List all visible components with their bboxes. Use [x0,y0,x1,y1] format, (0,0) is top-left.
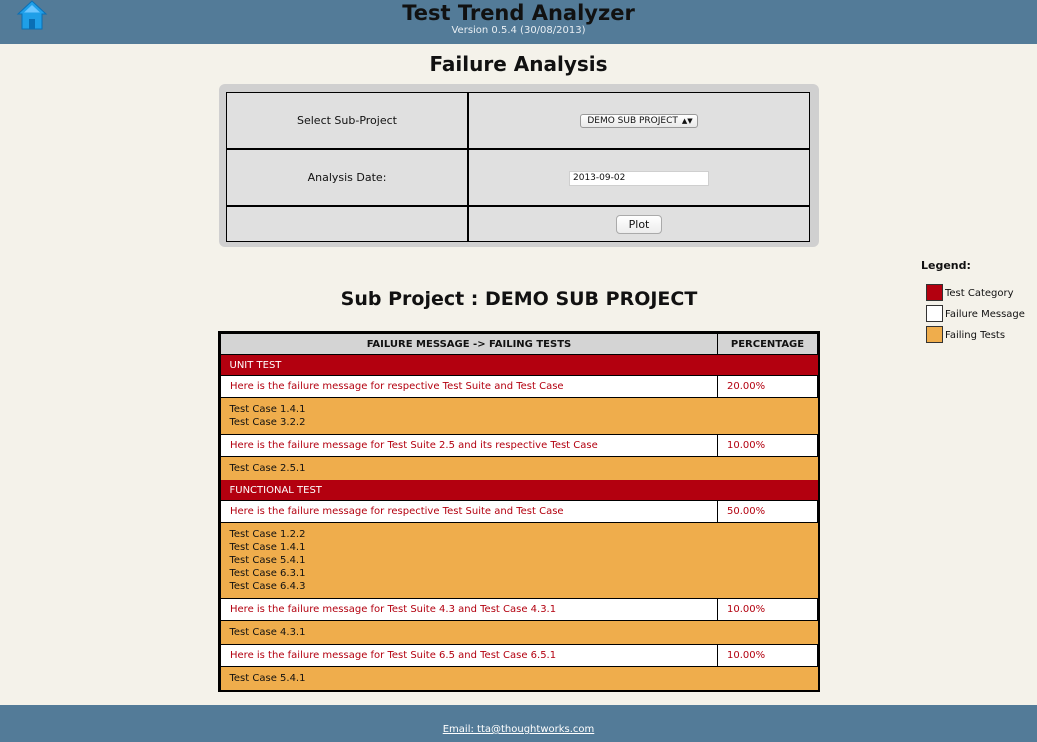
category-row: FUNCTIONAL TEST [220,480,818,501]
page-title: Failure Analysis [429,52,608,76]
failing-test: Test Case 1.4.1 [229,542,306,553]
legend-item-test-category: Test Category [921,284,1014,305]
failing-tests-row: Test Case 5.4.1 [220,666,818,690]
email-link[interactable]: Email: tta@thoughtworks.com [443,724,595,735]
app-version: Version 0.5.4 (30/08/2013) [451,25,586,36]
failing-tests-list: Test Case 2.5.1 [220,456,818,480]
failing-test: Test Case 3.2.2 [229,417,306,428]
failing-tests-row: Test Case 4.3.1 [220,620,818,645]
failure-percentage: 10.00% [717,644,818,667]
app-title: Test Trend Analyzer [402,1,635,25]
analysis-date-label: Analysis Date: [226,149,468,206]
failing-test: Test Case 1.2.2 [229,529,306,540]
legend-label: Test Category [945,288,1014,299]
failing-test: Test Case 5.4.1 [229,555,306,566]
failing-test: Test Case 4.3.1 [229,627,306,638]
failing-tests-list: Test Case 4.3.1 [220,620,818,645]
sub-project-cell: DEMO SUB PROJECT ▲▼ [468,92,810,149]
legend-title: Legend: [921,259,971,272]
legend-swatch-red [926,284,943,301]
failing-test: Test Case 6.4.3 [229,581,306,592]
category-name: FUNCTIONAL TEST [220,480,818,501]
failure-message: Here is the failure message for Test Sui… [220,644,718,667]
sub-project-label: Select Sub-Project [226,92,468,149]
failure-results-table: FAILURE MESSAGE -> FAILING TESTS PERCENT… [218,331,820,692]
sub-project-select-value: DEMO SUB PROJECT [587,116,678,126]
failing-test: Test Case 6.3.1 [229,568,306,579]
failing-tests-list: Test Case 1.2.2 Test Case 1.4.1 Test Cas… [220,522,818,599]
legend-swatch-white [926,305,943,322]
plot-cell: Plot [468,206,810,242]
legend-label: Failure Message [945,309,1025,320]
sub-project-title: Sub Project : DEMO SUB PROJECT [340,288,698,310]
legend-item-failing-tests: Failing Tests [921,326,1005,347]
analysis-date-input[interactable]: 2013-09-02 [569,170,709,186]
failure-message: Here is the failure message for Test Sui… [220,598,718,621]
failing-test: Test Case 2.5.1 [229,463,306,474]
analysis-date-cell: 2013-09-02 [468,149,810,206]
legend-swatch-orange [926,326,943,343]
failure-message-row: Here is the failure message for respecti… [220,500,818,523]
failing-tests-row: Test Case 1.4.1 Test Case 3.2.2 [220,397,818,435]
empty-cell [226,206,468,242]
legend-item-failure-message: Failure Message [921,305,1025,326]
failing-tests-list: Test Case 1.4.1 Test Case 3.2.2 [220,397,818,435]
category-name: UNIT TEST [220,354,818,376]
failure-message-row: Here is the failure message for Test Sui… [220,598,818,621]
failure-message-row: Here is the failure message for Test Sui… [220,644,818,667]
app-footer: Email: tta@thoughtworks.com [0,705,1037,742]
failure-percentage: 50.00% [717,500,818,523]
failing-tests-row: Test Case 2.5.1 [220,456,818,480]
failure-percentage: 10.00% [717,434,818,457]
analysis-form-table: Select Sub-Project DEMO SUB PROJECT ▲▼ An… [226,92,810,242]
failing-tests-list: Test Case 5.4.1 [220,666,818,690]
column-header-percentage: PERCENTAGE [717,333,818,355]
failure-message: Here is the failure message for respecti… [220,500,718,523]
failure-percentage: 20.00% [717,375,818,398]
legend: Legend: Test Category Failure Message Fa… [921,259,1025,347]
failure-message: Here is the failure message for respecti… [220,375,718,398]
app-header: Test Trend Analyzer Version 0.5.4 (30/08… [0,0,1037,44]
failure-percentage: 10.00% [717,598,818,621]
sub-project-select[interactable]: DEMO SUB PROJECT ▲▼ [580,114,698,128]
failure-message-row: Here is the failure message for Test Sui… [220,434,818,457]
analysis-form-panel: Select Sub-Project DEMO SUB PROJECT ▲▼ An… [219,84,819,247]
failing-tests-row: Test Case 1.2.2 Test Case 1.4.1 Test Cas… [220,522,818,599]
failure-message: Here is the failure message for Test Sui… [220,434,718,457]
plot-button[interactable]: Plot [615,214,663,234]
failing-test: Test Case 1.4.1 [229,404,306,415]
category-row: UNIT TEST [220,354,818,376]
failure-message-row: Here is the failure message for respecti… [220,375,818,398]
legend-label: Failing Tests [945,330,1006,341]
column-header-failure-message: FAILURE MESSAGE -> FAILING TESTS [220,333,718,355]
failing-test: Test Case 5.4.1 [229,673,306,684]
select-updown-icon: ▲▼ [681,117,693,125]
